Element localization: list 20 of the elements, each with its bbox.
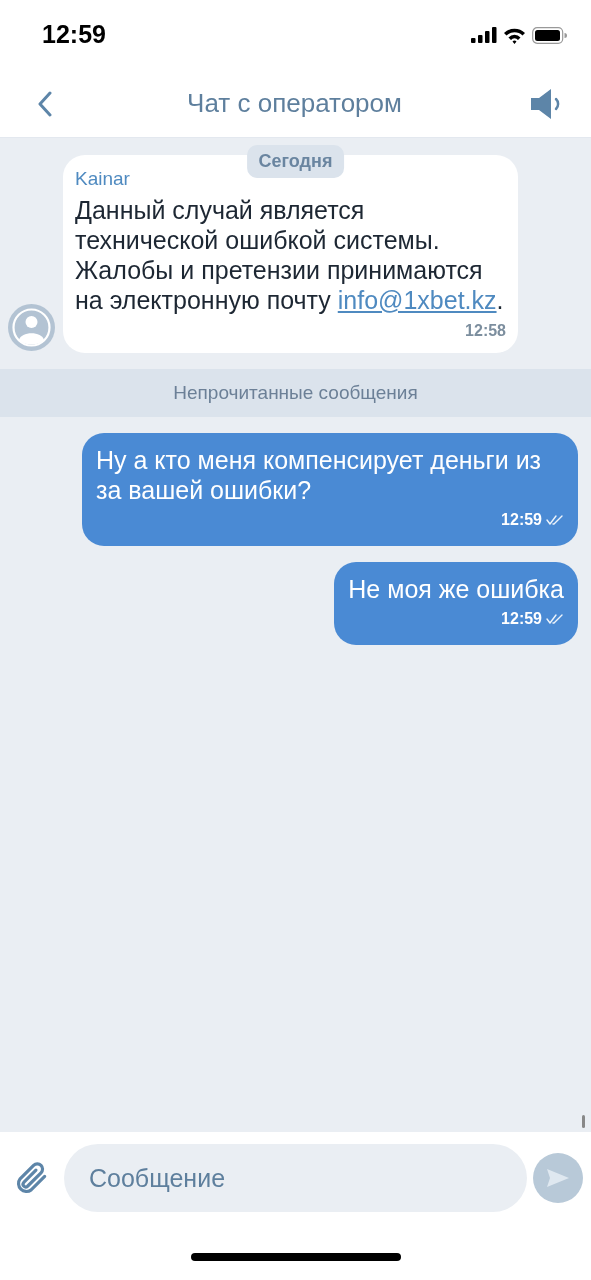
wifi-icon [503, 26, 526, 44]
message-time: 12:59 [501, 609, 542, 629]
date-label: Сегодня [246, 145, 345, 178]
send-icon [546, 1168, 570, 1188]
status-time: 12:59 [42, 19, 106, 51]
message-time: 12:58 [465, 321, 506, 341]
message-text: Ну а кто меня компенсирует деньги из за вашей ошибки? [96, 445, 543, 505]
avatar-icon [8, 304, 55, 351]
period-text: . [496, 286, 504, 314]
message-time: 12:59 [501, 510, 542, 530]
signal-icon [471, 27, 497, 43]
unread-messages-banner: Непрочитанные сообщения [0, 369, 591, 417]
message-text: Данный случай является технической ошибкой системы. Жалобы и претензии принимаются на электронную почту info@1xbet.kz. [75, 195, 505, 315]
sender-name: Kainar [75, 169, 131, 189]
battery-icon [532, 26, 567, 44]
email-link[interactable]: info@1xbet.kz [337, 286, 497, 314]
chat-title: Чат с оператором [187, 87, 402, 120]
scrollbar-thumb[interactable] [582, 1115, 585, 1128]
message-input-field[interactable]: Сообщение [64, 1144, 527, 1212]
message-text: Не моя же ошибка [348, 574, 564, 604]
